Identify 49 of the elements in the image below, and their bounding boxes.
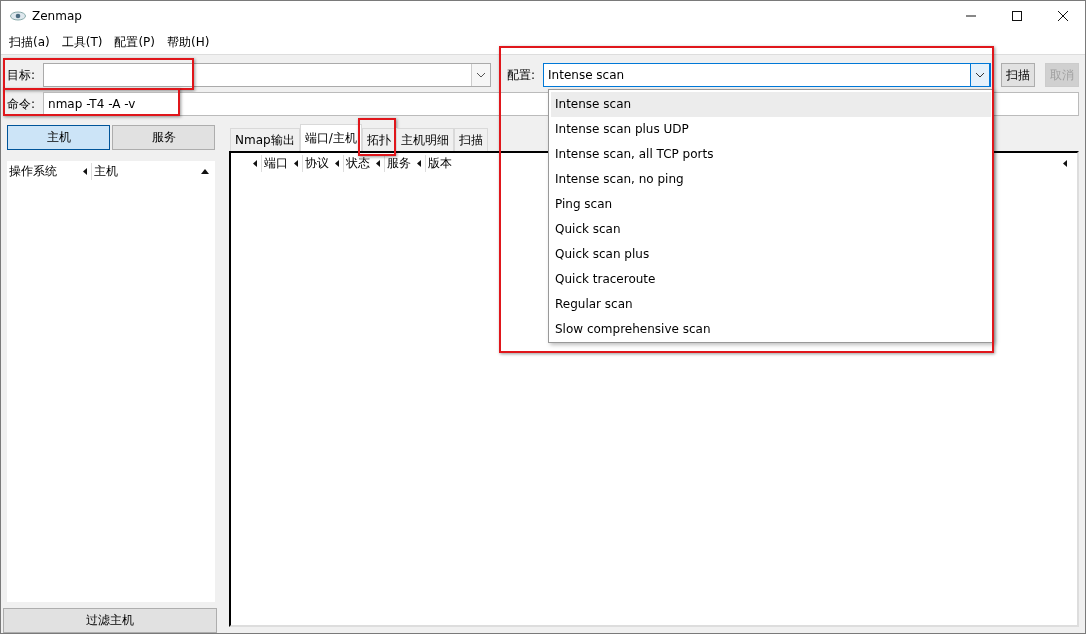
column-header[interactable]: 主机 [91, 162, 118, 180]
dropdown-option[interactable]: Quick traceroute [551, 267, 991, 292]
column-header[interactable]: 版本 [425, 154, 452, 172]
sort-up-icon [201, 168, 209, 174]
column-header[interactable]: 操作系统 [9, 162, 79, 180]
dropdown-option[interactable]: Intense scan, no ping [551, 167, 991, 192]
caret-left-icon [1063, 159, 1067, 167]
menu-item[interactable]: 配置(P) [114, 34, 156, 51]
column-header[interactable]: 状态 [343, 154, 370, 172]
caret-left-icon [335, 159, 339, 167]
menu-item[interactable]: 扫描(a) [9, 34, 50, 51]
dropdown-option[interactable]: Intense scan [551, 92, 991, 117]
filter-hosts-button[interactable]: 过滤主机 [3, 608, 217, 633]
maximize-icon[interactable] [1011, 10, 1023, 22]
menu-item[interactable]: 工具(T) [61, 34, 103, 51]
column-header[interactable]: 端口 [261, 154, 288, 172]
view-toggle-button[interactable]: 服务 [112, 125, 215, 150]
tab[interactable]: 主机明细 [395, 128, 454, 151]
dropdown-option[interactable]: Regular scan [551, 292, 991, 317]
dropdown-option[interactable]: Quick scan [551, 217, 991, 242]
caret-left-icon [376, 159, 380, 167]
toolbar-button[interactable]: 扫描 [1001, 63, 1035, 87]
chevron-icon [975, 72, 985, 78]
command-label: 命令: [7, 95, 36, 113]
profile-dropdown[interactable]: Intense scan [543, 63, 991, 87]
dropdown-option[interactable]: Quick scan plus [551, 242, 991, 267]
dropdown-option[interactable]: Intense scan, all TCP ports [551, 142, 991, 167]
tab[interactable]: 拓扑 [361, 128, 396, 151]
target-label: 目标: [7, 66, 36, 84]
dropdown-option[interactable]: Ping scan [551, 192, 991, 217]
profile-label: 配置: [507, 66, 536, 84]
close-icon[interactable] [1057, 10, 1069, 22]
caret-left-icon [83, 167, 87, 175]
caret-left-icon [294, 159, 298, 167]
view-toggle-button[interactable]: 主机 [7, 125, 110, 150]
caret-left-icon [253, 159, 257, 167]
tab[interactable]: 端口/主机 [299, 124, 362, 151]
chevron-icon [476, 72, 486, 78]
tab[interactable]: 扫描 [453, 128, 488, 151]
target-field[interactable] [43, 63, 491, 87]
caret-left-icon [417, 159, 421, 167]
dropdown-option[interactable]: Slow comprehensive scan [551, 317, 991, 342]
tab[interactable]: Nmap输出 [230, 128, 300, 151]
window-title: Zenmap [32, 9, 82, 23]
dropdown-option[interactable]: Intense scan plus UDP [551, 117, 991, 142]
menu-item[interactable]: 帮助(H) [167, 34, 210, 51]
column-header[interactable]: 服务 [384, 154, 411, 172]
eye-icon [10, 11, 26, 21]
column-header[interactable]: 协议 [302, 154, 329, 172]
